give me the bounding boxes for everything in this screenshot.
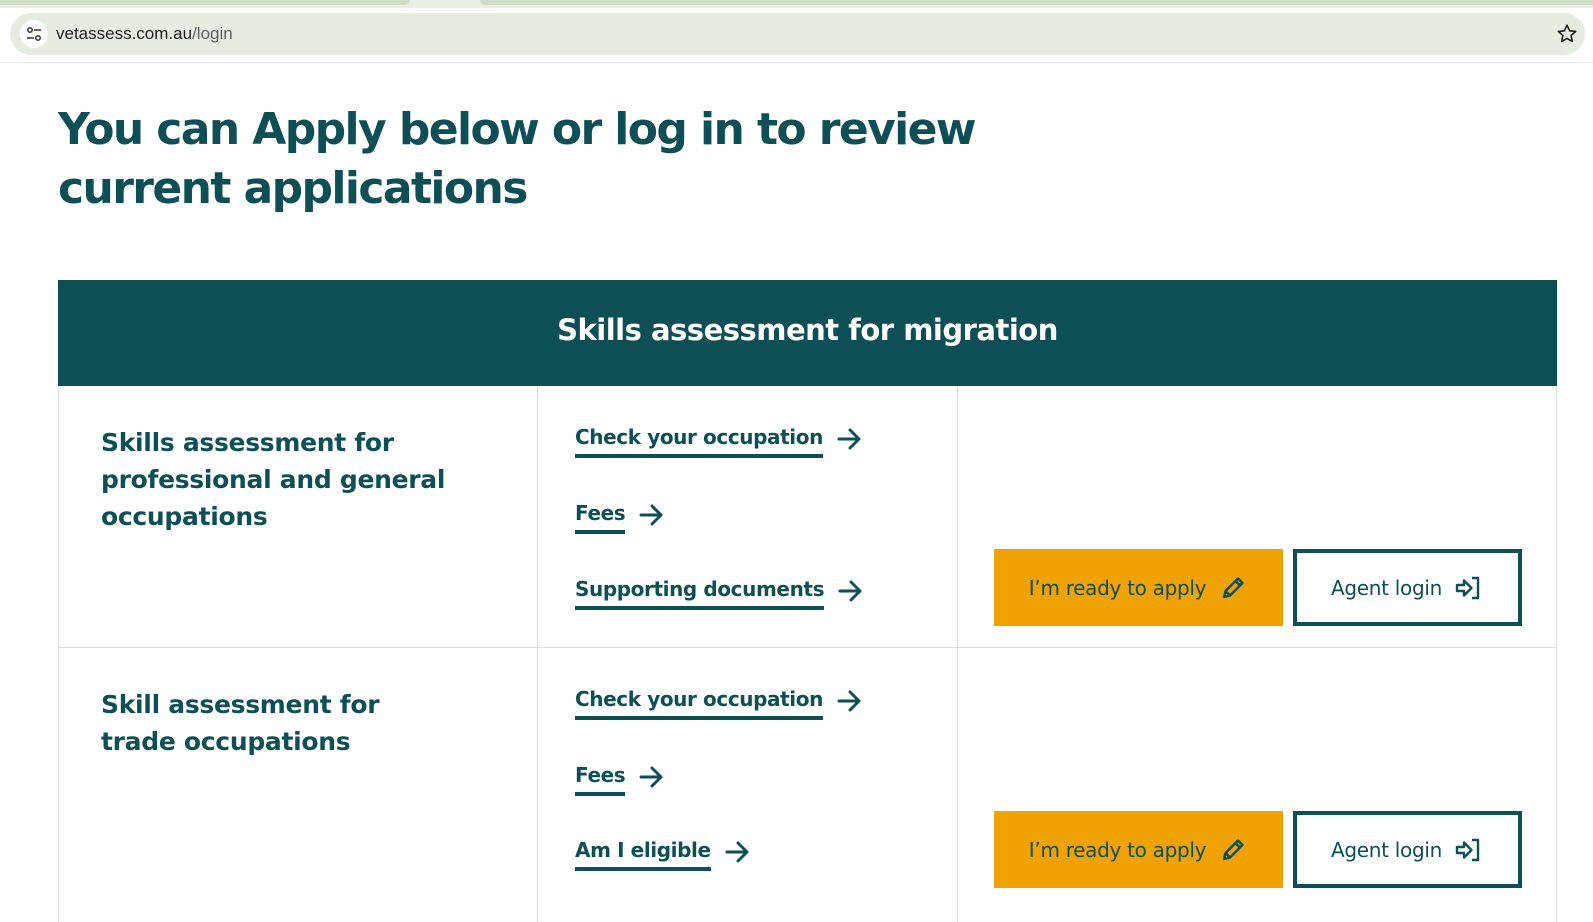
assessment-row-trade: Skill assessment for trade occupations C…	[58, 648, 1557, 922]
browser-toolbar: vetassess.com.au/login	[0, 8, 1593, 63]
url-path: /login	[192, 24, 233, 43]
link-label: Check your occupation	[575, 424, 823, 458]
column-divider	[957, 648, 958, 922]
tune-icon	[26, 26, 42, 42]
site-info-button[interactable]	[20, 20, 48, 48]
arrow-right-icon	[725, 841, 749, 863]
url-host: vetassess.com.au	[56, 24, 193, 43]
ready-to-apply-button[interactable]: I’m ready to apply	[994, 549, 1283, 626]
link-label: Am I eligible	[575, 837, 711, 871]
arrow-right-icon	[837, 690, 861, 712]
fees-link[interactable]: Fees	[575, 762, 665, 796]
check-occupation-link[interactable]: Check your occupation	[575, 424, 863, 458]
link-label: Check your occupation	[575, 686, 823, 720]
ready-to-apply-button[interactable]: I’m ready to apply	[994, 811, 1283, 888]
login-icon	[1455, 576, 1480, 599]
row-title: Skills assessment for professional and g…	[101, 428, 446, 531]
assessment-row-professional: Skills assessment for professional and g…	[58, 386, 1557, 648]
button-label: I’m ready to apply	[1028, 575, 1207, 600]
arrow-right-icon	[639, 766, 663, 788]
star-icon[interactable]	[1555, 22, 1579, 46]
link-label: Supporting documents	[575, 576, 824, 610]
fees-link[interactable]: Fees	[575, 500, 665, 534]
button-label: I’m ready to apply	[1028, 837, 1207, 862]
link-label: Fees	[575, 762, 626, 796]
arrow-right-icon	[837, 428, 861, 450]
link-label: Fees	[575, 500, 626, 534]
column-divider	[537, 648, 538, 922]
browser-tab[interactable]	[0, 0, 410, 5]
pencil-icon	[1223, 838, 1244, 860]
browser-tab-strip	[0, 0, 1593, 8]
agent-login-button[interactable]: Agent login	[1293, 549, 1522, 626]
login-icon	[1455, 838, 1480, 861]
supporting-documents-link[interactable]: Supporting documents	[575, 576, 864, 610]
button-label: Agent login	[1331, 837, 1442, 862]
address-bar[interactable]: vetassess.com.au/login	[10, 13, 1585, 55]
am-i-eligible-link[interactable]: Am I eligible	[575, 837, 751, 871]
card-header: Skills assessment for migration	[58, 280, 1557, 386]
migration-card: Skills assessment for migration Skills a…	[58, 280, 1557, 922]
column-divider	[957, 386, 958, 647]
button-label: Agent login	[1331, 575, 1442, 600]
row-title: Skill assessment for trade occupations	[101, 690, 380, 756]
arrow-right-icon	[838, 580, 862, 602]
agent-login-button[interactable]: Agent login	[1293, 811, 1522, 888]
arrow-right-icon	[639, 504, 663, 526]
url-text[interactable]: vetassess.com.au/login	[56, 24, 233, 44]
browser-tab[interactable]	[480, 0, 1593, 5]
page-title: You can Apply below or log in to review …	[58, 104, 977, 214]
pencil-icon	[1223, 576, 1244, 598]
check-occupation-link[interactable]: Check your occupation	[575, 686, 863, 720]
column-divider	[537, 386, 538, 647]
